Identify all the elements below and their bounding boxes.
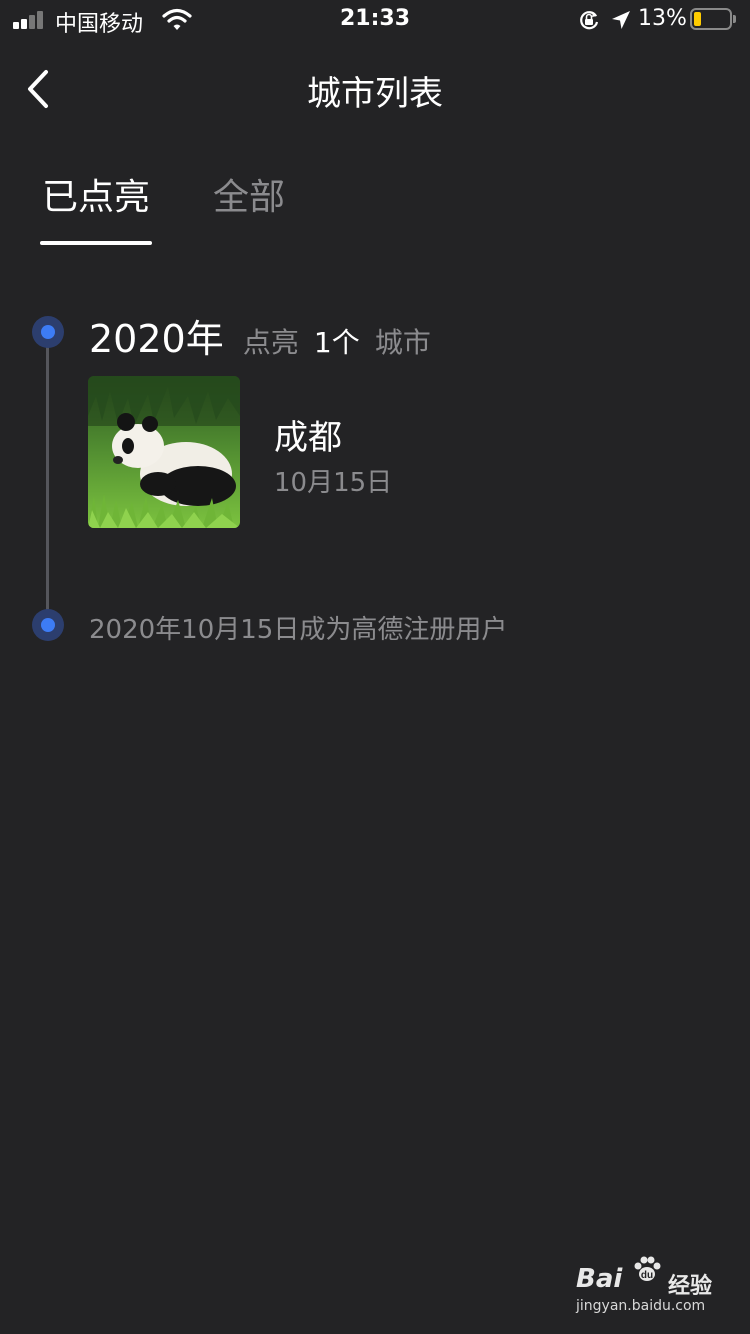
city-date: 10月15日 [274,468,393,498]
tab-lit[interactable]: 已点亮 [42,168,150,220]
year-header: 2020年 点亮 1个 城市 [89,308,431,363]
timeline-dot [32,609,64,641]
watermark-url: jingyan.baidu.com [576,1298,706,1314]
watermark-brand: 经验 [668,1274,713,1299]
panda-photo [88,376,240,528]
watermark-logo-text: Bai [576,1264,623,1294]
status-bar: 中国移动 21:33 13% [0,0,750,40]
city-name[interactable]: 成都 [274,410,342,459]
battery-icon [690,8,732,30]
active-tab-indicator [40,241,152,245]
paw-icon: du [634,1256,661,1281]
year-label: 2020年 [89,317,224,361]
register-milestone: 2020年10月15日成为高德注册用户 [89,615,508,645]
lit-unit: 城市 [374,326,431,359]
battery-level-fill [694,12,701,26]
page-title: 城市列表 [307,74,443,114]
battery-tip [733,15,736,23]
city-photo-panda[interactable] [88,376,240,528]
lit-word: 点亮 [242,326,299,359]
location-arrow-icon [612,11,630,29]
watermark: Bai du 经验 jingyan.baidu.com [576,1254,726,1318]
battery-percent: 13% [638,6,687,31]
svg-text:du: du [641,1270,653,1281]
timeline-line [46,333,49,625]
timeline-dot [32,316,64,348]
lit-count: 1个 [313,326,360,359]
tab-all[interactable]: 全部 [213,168,285,220]
orientation-lock-icon [580,11,599,30]
